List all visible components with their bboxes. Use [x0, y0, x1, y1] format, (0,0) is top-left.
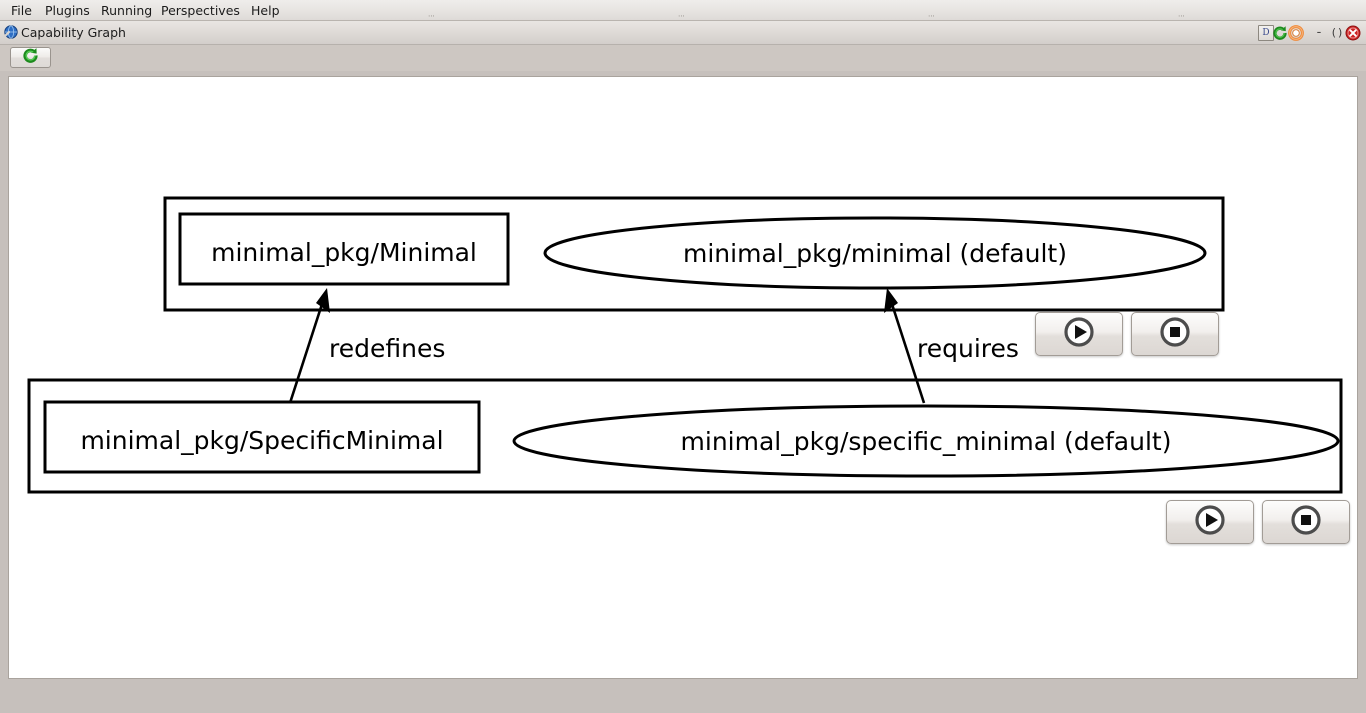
- edge-redefines-label: redefines: [329, 334, 445, 363]
- start-specific-minimal-button[interactable]: [1166, 500, 1254, 544]
- toolbar-drag-handle[interactable]: ⋯: [928, 13, 936, 20]
- stop-specific-minimal-button[interactable]: [1262, 500, 1350, 544]
- close-button[interactable]: [1345, 25, 1361, 41]
- menu-item-help[interactable]: Help: [248, 3, 283, 18]
- capability-graph: minimal_pkg/Minimal minimal_pkg/minimal …: [27, 196, 1343, 494]
- refresh-graph-button[interactable]: [10, 47, 51, 68]
- node-specific-minimal-class-label: minimal_pkg/SpecificMinimal: [80, 426, 443, 455]
- globe-icon: [3, 24, 19, 40]
- window-title: Capability Graph: [21, 25, 126, 40]
- lifebuoy-icon[interactable]: [1288, 25, 1304, 41]
- node-minimal-default-label: minimal_pkg/minimal (default): [683, 239, 1067, 268]
- refresh-icon: [22, 47, 39, 68]
- stop-minimal-button[interactable]: [1131, 312, 1219, 356]
- app-toolbar: [0, 45, 1366, 71]
- menu-bar: File Plugins Running Perspectives Help ⋯…: [0, 0, 1366, 21]
- play-icon: [1062, 315, 1096, 353]
- edge-redefines-line: [288, 300, 325, 404]
- start-minimal-button[interactable]: [1035, 312, 1123, 356]
- node-specific-minimal-default-label: minimal_pkg/specific_minimal (default): [681, 427, 1172, 456]
- maximize-button[interactable]: (): [1330, 26, 1344, 42]
- refresh-icon[interactable]: [1272, 25, 1288, 41]
- minimize-button[interactable]: -: [1312, 26, 1326, 42]
- graph-canvas[interactable]: minimal_pkg/Minimal minimal_pkg/minimal …: [8, 76, 1358, 679]
- window-title-bar: Capability Graph D - (): [0, 21, 1366, 45]
- menu-item-file[interactable]: File: [8, 3, 35, 18]
- menu-item-perspectives[interactable]: Perspectives: [158, 3, 243, 18]
- toolbar-drag-handle[interactable]: ⋯: [428, 13, 436, 20]
- edge-requires-label: requires: [917, 334, 1019, 363]
- menu-item-plugins[interactable]: Plugins: [42, 3, 93, 18]
- play-icon: [1193, 503, 1227, 541]
- toolbar-drag-handle[interactable]: ⋯: [1178, 13, 1186, 20]
- menu-item-running[interactable]: Running: [98, 3, 155, 18]
- node-minimal-class-label: minimal_pkg/Minimal: [211, 238, 477, 267]
- toolbar-drag-handle[interactable]: ⋯: [678, 13, 686, 20]
- stop-icon: [1289, 503, 1323, 541]
- stop-icon: [1158, 315, 1192, 353]
